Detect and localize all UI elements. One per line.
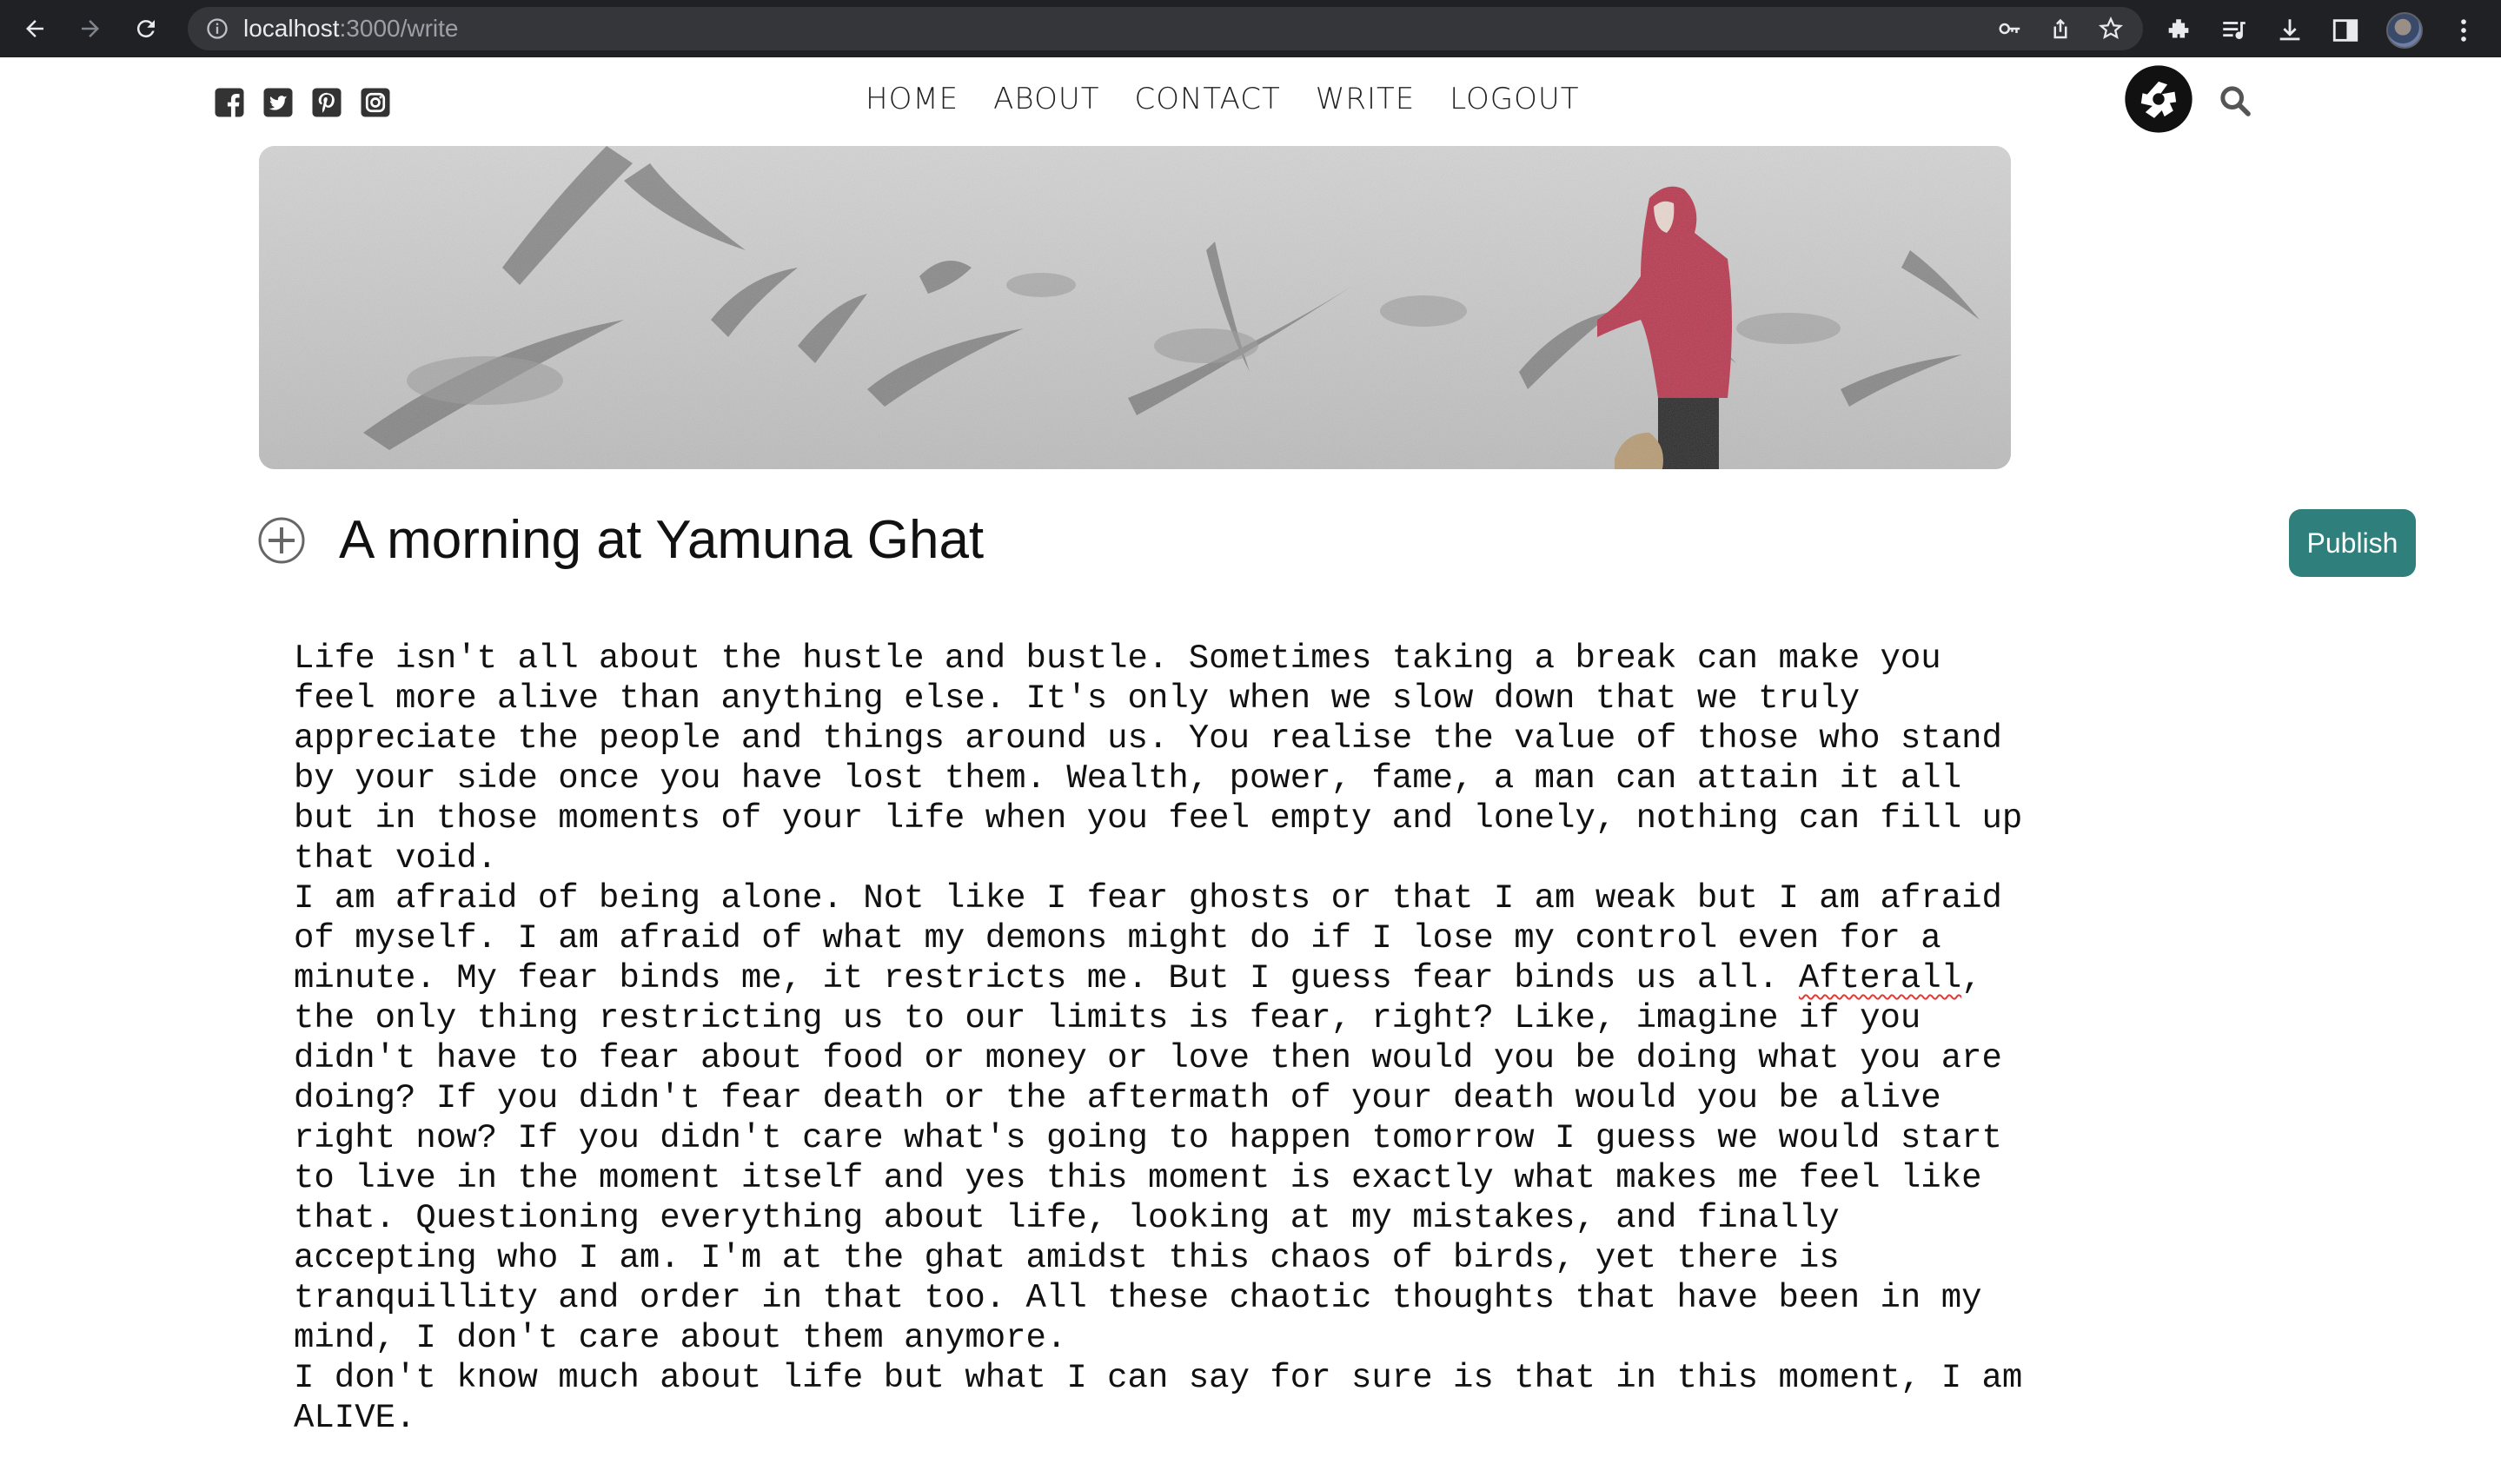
nav-logout[interactable]: LOGOUT — [1450, 82, 1579, 116]
address-bar[interactable]: localhost:3000/write — [188, 7, 2143, 50]
download-icon[interactable] — [2275, 16, 2305, 45]
star-icon[interactable] — [2098, 16, 2124, 42]
back-button[interactable] — [17, 11, 52, 46]
reload-icon — [136, 20, 155, 38]
body-paragraph: Life isn't all about the hustle and bust… — [294, 639, 2023, 878]
nav-write[interactable]: WRITE — [1316, 82, 1416, 116]
main-nav: HOME ABOUT CONTACT WRITE LOGOUT — [866, 82, 1615, 116]
body-paragraph: I don't know much about life but what I … — [294, 1359, 2023, 1437]
facebook-icon[interactable] — [214, 87, 245, 118]
arrow-left-icon — [26, 20, 43, 37]
nav-contact[interactable]: CONTACT — [1135, 82, 1281, 116]
social-links — [214, 87, 391, 118]
body-text: I am afraid of being alone. Not like I f… — [294, 879, 2002, 997]
publish-button[interactable]: Publish — [2289, 509, 2416, 577]
extensions-icon[interactable] — [2164, 16, 2193, 45]
search-icon[interactable] — [2218, 83, 2252, 118]
arrow-right-icon — [82, 20, 99, 37]
aperture-logo-icon[interactable] — [2122, 63, 2195, 136]
browser-toolbar: localhost:3000/write — [0, 0, 2501, 57]
profile-avatar[interactable] — [2386, 12, 2423, 49]
body-text: , the only thing restricting us to our l… — [294, 959, 2002, 1357]
twitter-icon[interactable] — [262, 87, 294, 118]
post-body-textarea[interactable]: Life isn't all about the hustle and bust… — [294, 639, 2040, 1438]
add-media-icon[interactable] — [257, 516, 306, 565]
url-path: :3000/write — [339, 15, 459, 42]
nav-about[interactable]: ABOUT — [993, 82, 1099, 116]
forward-button[interactable] — [73, 11, 108, 46]
url-host: localhost — [243, 15, 340, 42]
nav-home[interactable]: HOME — [866, 82, 959, 116]
body-paragraph: I am afraid of being alone. Not like I f… — [294, 878, 2040, 1358]
more-vert-icon[interactable] — [2449, 16, 2478, 45]
misspelled-word[interactable]: Afterall — [1799, 959, 1961, 997]
key-icon[interactable] — [1997, 16, 2023, 42]
side-panel-icon[interactable] — [2331, 16, 2360, 45]
media-queue-icon[interactable] — [2219, 16, 2249, 45]
info-icon[interactable] — [205, 17, 229, 41]
site-header: HOME ABOUT CONTACT WRITE LOGOUT — [0, 57, 2501, 148]
cover-image — [259, 146, 2011, 469]
reload-button[interactable] — [129, 11, 163, 46]
instagram-icon[interactable] — [360, 87, 391, 118]
share-icon[interactable] — [2047, 16, 2073, 42]
post-title-input[interactable]: A morning at Yamuna Ghat — [339, 509, 2251, 571]
pinterest-icon[interactable] — [311, 87, 342, 118]
